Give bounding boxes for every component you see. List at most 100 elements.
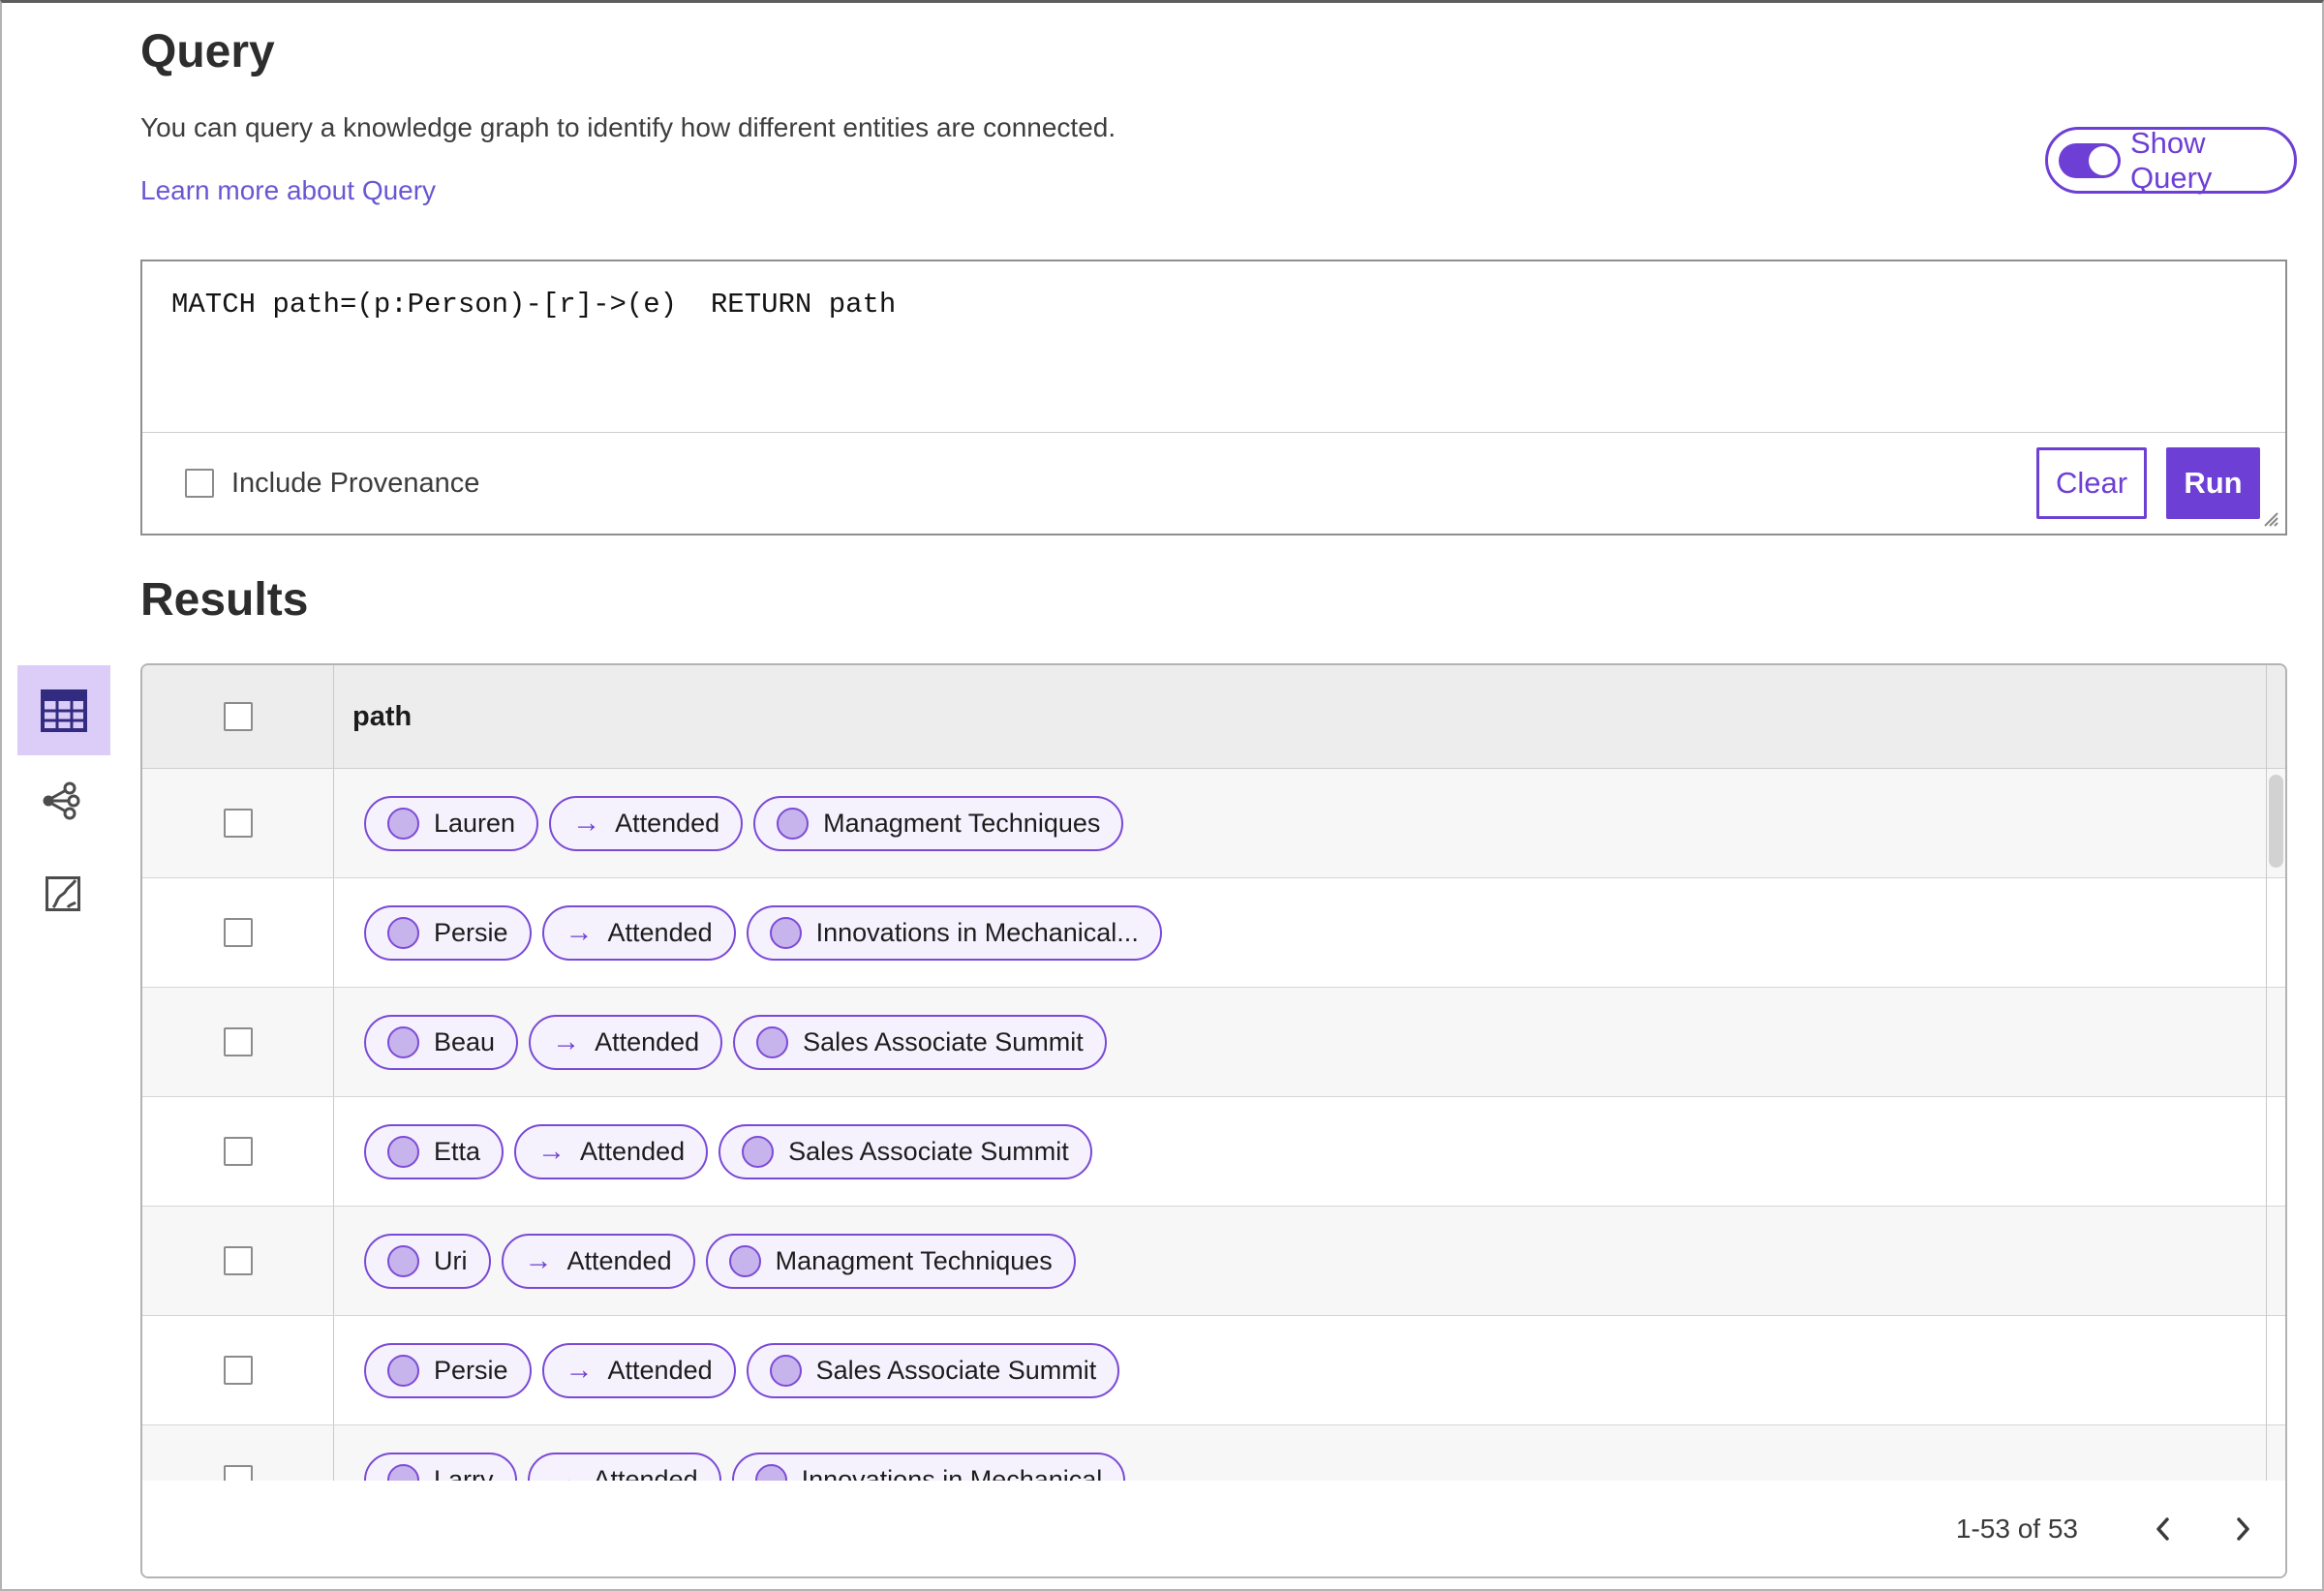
- arrow-right-icon: →: [565, 1354, 594, 1386]
- node-label: Persie: [434, 1355, 508, 1385]
- row-checkbox-cell: [142, 1316, 334, 1424]
- node-circle-icon: [742, 1135, 775, 1168]
- graph-view-icon: [43, 781, 80, 820]
- edge-pill[interactable]: → Attended: [529, 1014, 723, 1070]
- node-pill[interactable]: Sales Associate Summit: [719, 1123, 1092, 1179]
- learn-more-link[interactable]: Learn more about Query: [140, 175, 436, 206]
- node-label: Managment Techniques: [823, 808, 1101, 838]
- edge-pill[interactable]: → Attended: [549, 795, 744, 851]
- edge-label: Attended: [615, 808, 720, 838]
- node-pill[interactable]: Persie: [364, 1342, 532, 1398]
- table-row: Persie → Attended Innovations in Mechani…: [142, 878, 2285, 988]
- node-pill[interactable]: Managment Techniques: [753, 795, 1124, 851]
- arrow-right-icon: →: [524, 1244, 553, 1276]
- page-description: You can query a knowledge graph to ident…: [140, 112, 1116, 142]
- edge-pill[interactable]: → Attended: [501, 1233, 695, 1289]
- node-circle-icon: [387, 1354, 419, 1387]
- view-table-button[interactable]: [17, 665, 110, 755]
- node-circle-icon: [728, 1244, 761, 1277]
- node-label: Beau: [434, 1026, 496, 1056]
- chevron-left-icon: [2156, 1516, 2169, 1541]
- node-label: Sales Associate Summit: [803, 1026, 1084, 1056]
- node-label: Innovations in Mechanical...: [815, 917, 1139, 947]
- node-pill[interactable]: Lauren: [364, 795, 539, 851]
- edge-label: Attended: [607, 1355, 713, 1385]
- row-checkbox[interactable]: [223, 1246, 253, 1275]
- show-query-toggle[interactable]: Show Query: [2045, 126, 2297, 195]
- resize-handle-icon[interactable]: [2257, 505, 2280, 529]
- edge-pill[interactable]: → Attended: [541, 1342, 736, 1398]
- node-circle-icon: [756, 1025, 789, 1058]
- node-circle-icon: [777, 807, 810, 840]
- column-header-path: path: [352, 700, 413, 732]
- node-pill[interactable]: Sales Associate Summit: [746, 1342, 1120, 1398]
- node-circle-icon: [387, 1025, 419, 1058]
- path-cell: Persie → Attended Innovations in Mechani…: [334, 878, 2285, 987]
- path-cell: Etta → Attended Sales Associate Summit: [334, 1097, 2285, 1206]
- row-checkbox[interactable]: [223, 1027, 253, 1056]
- edge-pill[interactable]: → Attended: [514, 1123, 709, 1179]
- node-pill[interactable]: Innovations in Mechanical...: [746, 904, 1162, 961]
- node-circle-icon: [769, 1354, 802, 1387]
- edge-label: Attended: [607, 917, 713, 947]
- next-page-button[interactable]: [2221, 1508, 2264, 1550]
- select-all-checkbox[interactable]: [223, 702, 253, 731]
- node-label: Managment Techniques: [775, 1245, 1053, 1275]
- row-checkbox[interactable]: [223, 1465, 253, 1481]
- table-row: Beau → Attended Sales Associate Summit: [142, 988, 2285, 1097]
- arrow-right-icon: →: [537, 1135, 566, 1167]
- node-pill[interactable]: Sales Associate Summit: [733, 1014, 1107, 1070]
- pagination: 1-53 of 53: [142, 1481, 2285, 1576]
- include-provenance-checkbox[interactable]: [185, 469, 214, 498]
- row-checkbox-cell: [142, 769, 334, 877]
- row-checkbox-cell: [142, 878, 334, 987]
- chart-view-icon: [46, 876, 80, 911]
- row-checkbox-cell: [142, 1207, 334, 1315]
- node-label: Etta: [434, 1136, 481, 1166]
- arrow-right-icon: →: [552, 1025, 581, 1057]
- toggle-switch-icon[interactable]: [2059, 142, 2121, 178]
- node-circle-icon: [387, 1135, 419, 1168]
- node-pill[interactable]: Persie: [364, 904, 532, 961]
- path-cell: Persie → Attended Sales Associate Summit: [334, 1316, 2285, 1424]
- scrollbar-thumb[interactable]: [2269, 775, 2283, 868]
- view-chart-button[interactable]: [43, 873, 83, 914]
- node-label: Larry: [434, 1464, 494, 1482]
- results-rows: Lauren → Attended Managment Techniques P…: [142, 769, 2285, 1481]
- node-pill[interactable]: Uri: [364, 1233, 491, 1289]
- node-pill[interactable]: Beau: [364, 1014, 519, 1070]
- edge-label: Attended: [580, 1136, 686, 1166]
- table-row: Lauren → Attended Managment Techniques: [142, 769, 2285, 878]
- edge-pill[interactable]: → Attended: [527, 1452, 721, 1482]
- edge-label: Attended: [593, 1464, 698, 1482]
- path-cell: Beau → Attended Sales Associate Summit: [334, 988, 2285, 1096]
- table-header-row: path: [142, 665, 2285, 769]
- node-circle-icon: [769, 916, 802, 949]
- query-textarea[interactable]: MATCH path=(p:Person)-[r]->(e) RETURN pa…: [142, 261, 2285, 433]
- clear-button[interactable]: Clear: [2036, 447, 2147, 519]
- edge-pill[interactable]: → Attended: [541, 904, 736, 961]
- query-footer: Include Provenance Clear Run: [142, 433, 2285, 534]
- table-scroll-area: path Lauren → Attended Managment Techniq…: [142, 665, 2285, 1481]
- prev-page-button[interactable]: [2142, 1508, 2185, 1550]
- row-checkbox[interactable]: [223, 809, 253, 838]
- row-checkbox-cell: [142, 988, 334, 1096]
- node-pill[interactable]: Larry: [364, 1452, 517, 1482]
- row-checkbox[interactable]: [223, 1356, 253, 1385]
- run-button[interactable]: Run: [2166, 447, 2260, 519]
- node-circle-icon: [387, 1463, 419, 1481]
- query-editor-panel: MATCH path=(p:Person)-[r]->(e) RETURN pa…: [140, 260, 2287, 535]
- view-graph-button[interactable]: [39, 779, 83, 823]
- arrow-right-icon: →: [572, 807, 601, 839]
- node-circle-icon: [387, 807, 419, 840]
- node-pill[interactable]: Managment Techniques: [705, 1233, 1076, 1289]
- results-title: Results: [140, 574, 309, 626]
- node-pill[interactable]: Etta: [364, 1123, 505, 1179]
- node-pill[interactable]: Innovations in Mechanical: [731, 1452, 1126, 1481]
- row-checkbox[interactable]: [223, 918, 253, 947]
- table-row: Larry → Attended Innovations in Mechanic…: [142, 1425, 2285, 1481]
- row-checkbox[interactable]: [223, 1137, 253, 1166]
- include-provenance-label: Include Provenance: [231, 467, 480, 499]
- scrollbar[interactable]: [2266, 665, 2285, 1481]
- node-circle-icon: [387, 1244, 419, 1277]
